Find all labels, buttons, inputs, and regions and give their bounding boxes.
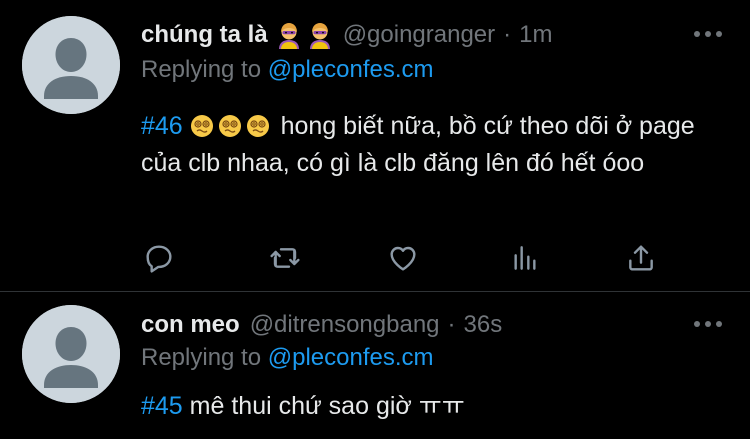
display-name[interactable]: chúng ta là [141,21,268,49]
default-avatar-icon [22,305,120,403]
tweet-body: mê thui chứ sao giờ ㅠㅠ [189,392,465,420]
user-handle[interactable]: @ditrensongbang [250,311,440,339]
avatar[interactable] [22,305,120,403]
retweet-icon [270,248,300,268]
like-button[interactable] [385,240,421,276]
tweet-header: chúng ta là @goingranger · 1m [141,18,553,52]
like-icon [390,246,416,271]
analytics-icon [514,246,536,270]
tweet-text: #46 hong biết nữa, bồ cứ theo dõi ở page… [141,108,721,182]
more-options-icon[interactable] [694,29,722,39]
default-avatar-icon [22,16,120,114]
tweet-text: #45 mê thui chứ sao giờ ㅠㅠ [141,388,721,425]
more-options-icon[interactable] [694,319,722,329]
reply-button[interactable] [141,240,177,276]
name-emojis [276,21,333,49]
share-button[interactable] [623,240,659,276]
replying-to-label: Replying to [141,344,262,371]
separator-dot: · [503,21,512,48]
share-icon [629,245,653,271]
superhero-woman-emoji [278,23,299,49]
replying-to-mention[interactable]: @pleconfes.cm [268,56,434,83]
reply-icon [146,245,172,273]
superhero-woman-emoji [309,23,330,49]
timestamp[interactable]: 1m [519,21,552,49]
replying-to-mention[interactable]: @pleconfes.cm [268,344,434,371]
woozy-face-emoji [218,115,241,137]
tweet[interactable]: chúng ta là @goingranger · 1m Replying t… [0,0,750,292]
woozy-face-emoji [246,115,269,137]
woozy-face-emoji [190,115,213,137]
timestamp[interactable]: 36s [464,311,503,339]
tweet-header: con meo @ditrensongbang · 36s [141,308,502,342]
hashtag[interactable]: #46 [141,112,183,140]
replying-to: Replying to @pleconfes.cm [141,56,434,84]
tweet[interactable]: con meo @ditrensongbang · 36s Replying t… [0,292,750,439]
tweet-actions [141,240,681,276]
display-name[interactable]: con meo [141,311,240,339]
retweet-button[interactable] [267,240,303,276]
replying-to: Replying to @pleconfes.cm [141,344,434,372]
analytics-button[interactable] [507,240,543,276]
hashtag[interactable]: #45 [141,392,183,420]
user-handle[interactable]: @goingranger [343,21,495,49]
replying-to-label: Replying to [141,56,262,83]
avatar[interactable] [22,16,120,114]
separator-dot: · [447,311,456,338]
